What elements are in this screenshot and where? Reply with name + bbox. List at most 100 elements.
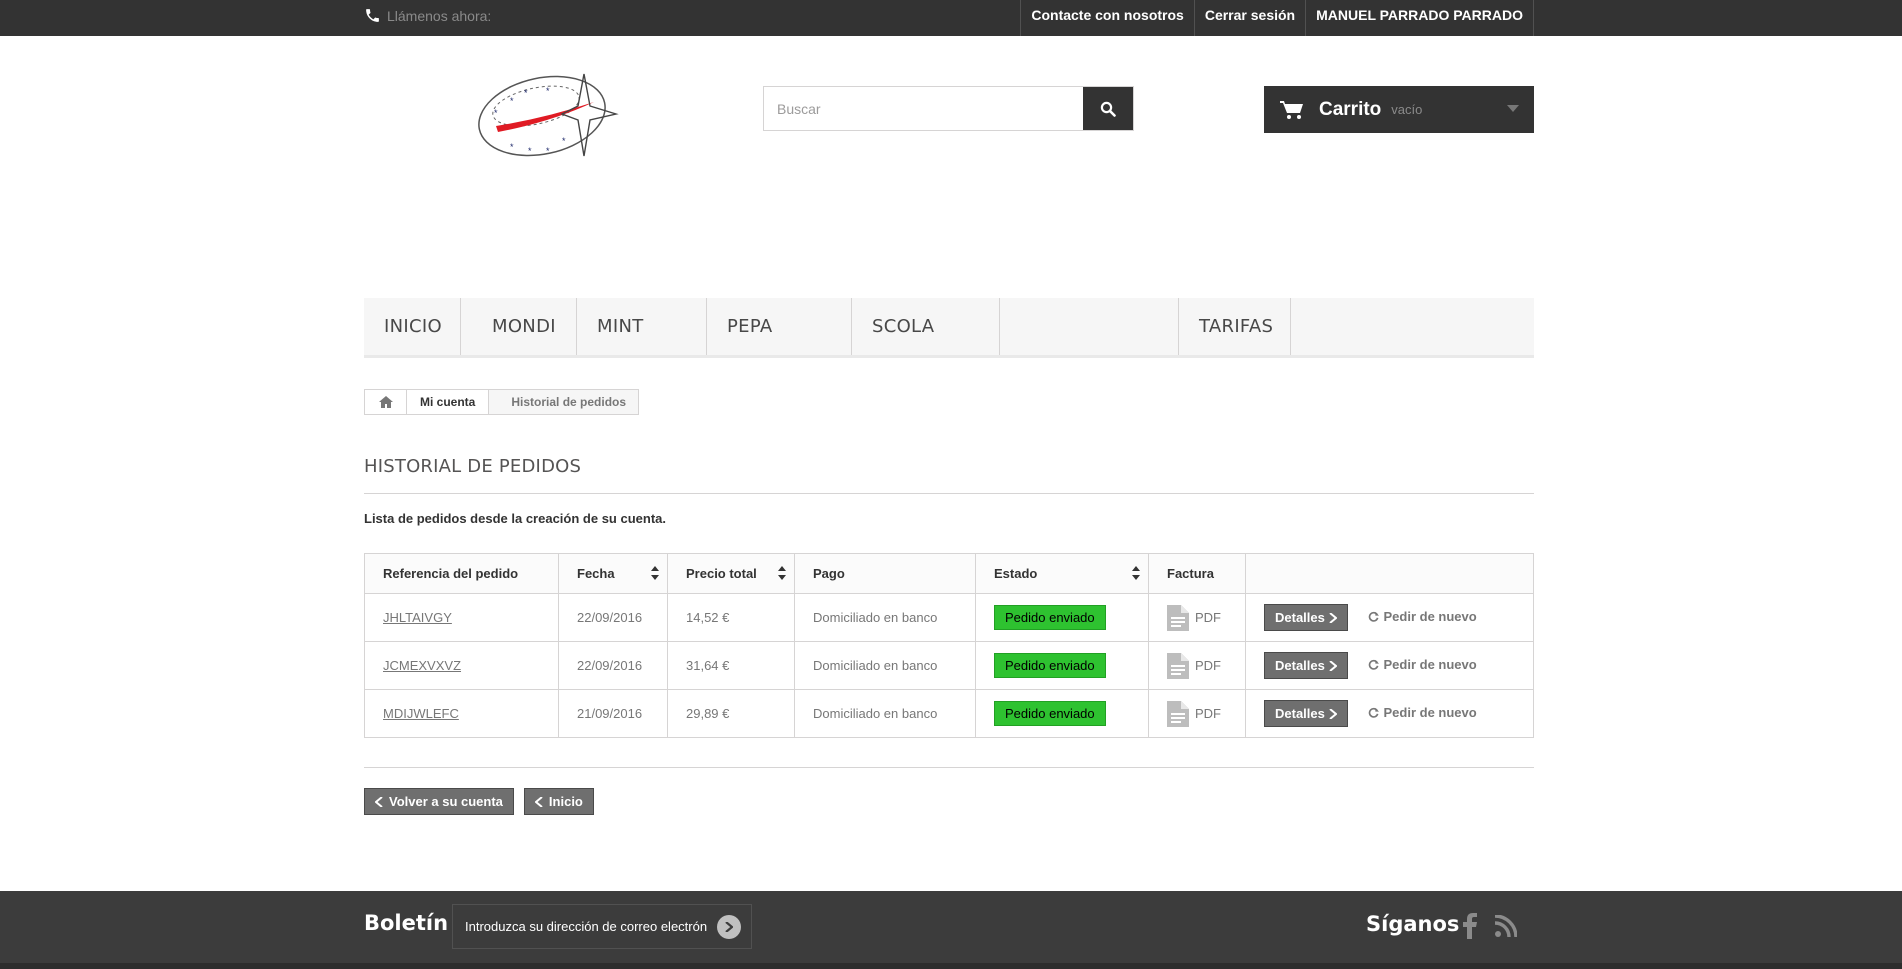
details-label: Detalles: [1275, 658, 1325, 673]
orders-table: Referencia del pedido Fecha Precio total…: [364, 553, 1534, 738]
svg-text:*: *: [510, 142, 514, 152]
refresh-icon: [1368, 659, 1379, 670]
logo-image: * * * * * * * *: [478, 73, 619, 157]
facebook-icon[interactable]: [1463, 913, 1477, 939]
menu-item-mint[interactable]: MINT: [577, 298, 707, 355]
reorder-link[interactable]: Pedir de nuevo: [1368, 609, 1477, 624]
rss-icon[interactable]: [1495, 915, 1517, 937]
menu-item-tarifas[interactable]: TARIFAS: [1179, 298, 1291, 355]
search-button[interactable]: [1083, 87, 1133, 130]
col-status[interactable]: Estado: [975, 553, 1149, 594]
site-logo[interactable]: * * * * * * * *: [466, 70, 626, 175]
follow-us-title: Síganos: [1366, 912, 1460, 936]
order-reference-link[interactable]: MDIJWLEFC: [383, 706, 459, 721]
svg-text:*: *: [528, 146, 532, 156]
divider: [364, 493, 1534, 494]
sort-icon[interactable]: [1132, 566, 1140, 580]
chevron-right-icon: [1329, 708, 1337, 719]
social-links: [1463, 913, 1517, 939]
page-title: HISTORIAL DE PEDIDOS: [364, 456, 582, 477]
chevron-left-icon: [375, 796, 383, 807]
order-payment: Domiciliado en banco: [794, 641, 976, 690]
newsletter-email-input[interactable]: Introduzca su dirección de correo electr…: [452, 904, 752, 949]
table-row: JHLTAIVGY 22/09/2016 14,52 € Domiciliado…: [364, 593, 1534, 642]
details-button[interactable]: Detalles: [1264, 700, 1348, 727]
invoice-label: PDF: [1195, 706, 1221, 721]
back-to-account-button[interactable]: Volver a su cuenta: [364, 788, 514, 815]
newsletter-placeholder: Introduzca su dirección de correo electr…: [465, 919, 708, 934]
search-input[interactable]: [764, 87, 1083, 130]
details-label: Detalles: [1275, 610, 1325, 625]
svg-text:*: *: [546, 86, 550, 96]
invoice-pdf-link[interactable]: PDF: [1167, 700, 1227, 727]
order-reference-link[interactable]: JCMEXVXVZ: [383, 658, 461, 673]
col-total[interactable]: Precio total: [667, 553, 795, 594]
table-row: MDIJWLEFC 21/09/2016 29,89 € Domiciliado…: [364, 689, 1534, 738]
details-button[interactable]: Detalles: [1264, 604, 1348, 631]
breadcrumb-my-account[interactable]: Mi cuenta: [407, 390, 490, 414]
account-name-link[interactable]: MANUEL PARRADO PARRADO: [1305, 0, 1534, 36]
newsletter-submit-button[interactable]: [717, 915, 741, 939]
page-footer-buttons: Volver a su cuenta Inicio: [364, 788, 594, 815]
invoice-label: PDF: [1195, 658, 1221, 673]
refresh-icon: [1368, 707, 1379, 718]
order-date: 22/09/2016: [558, 641, 668, 690]
main-menu: INICIO MONDI MINT PEPA SCOLA TARIFAS: [364, 298, 1534, 358]
menu-item-mondi[interactable]: MONDI: [461, 298, 577, 355]
chevron-right-icon: [1329, 660, 1337, 671]
cart-title: Carrito: [1319, 98, 1382, 120]
svg-text:*: *: [546, 146, 550, 156]
menu-item-hidden[interactable]: [1000, 298, 1179, 355]
col-payment: Pago: [794, 553, 976, 594]
invoice-pdf-link[interactable]: PDF: [1167, 604, 1227, 631]
menu-item-scola[interactable]: SCOLA: [852, 298, 1000, 355]
order-total: 31,64 €: [667, 641, 795, 690]
menu-item-inicio[interactable]: INICIO: [364, 298, 461, 355]
order-payment: Domiciliado en banco: [794, 593, 976, 642]
home-label: Inicio: [548, 794, 583, 809]
cart-status: vacío: [1391, 102, 1423, 117]
svg-text:*: *: [510, 96, 514, 106]
sort-icon[interactable]: [778, 566, 786, 580]
invoice-pdf-link[interactable]: PDF: [1167, 652, 1227, 679]
breadcrumb-home[interactable]: [365, 390, 407, 414]
reorder-label: Pedir de nuevo: [1383, 609, 1477, 624]
svg-text:*: *: [494, 108, 498, 118]
breadcrumb: Mi cuenta Historial de pedidos: [364, 389, 640, 415]
col-invoice: Factura: [1148, 553, 1246, 594]
phone-info: Llámenos ahora:: [364, 7, 491, 24]
sort-icon[interactable]: [651, 566, 659, 580]
status-badge: Pedido enviado: [994, 653, 1106, 678]
menu-item-pepa[interactable]: PEPA: [707, 298, 852, 355]
table-row: JCMEXVXVZ 22/09/2016 31,64 € Domiciliado…: [364, 641, 1534, 690]
intro-text: Lista de pedidos desde la creación de su…: [364, 511, 666, 526]
cart-button[interactable]: Carrito vacío: [1264, 86, 1534, 133]
chevron-right-icon: [1329, 612, 1337, 623]
refresh-icon: [1368, 611, 1379, 622]
top-nav: Contacte con nosotros Cerrar sesión MANU…: [1020, 0, 1534, 36]
col-reference: Referencia del pedido: [364, 553, 559, 594]
contact-link[interactable]: Contacte con nosotros: [1020, 0, 1193, 36]
svg-text:*: *: [524, 88, 528, 98]
svg-text:*: *: [562, 136, 566, 146]
divider: [364, 767, 1534, 768]
chevron-down-icon: [1507, 105, 1519, 112]
col-date[interactable]: Fecha: [558, 553, 668, 594]
document-icon: [1167, 652, 1189, 679]
details-label: Detalles: [1275, 706, 1325, 721]
newsletter-title: Boletín: [364, 911, 449, 935]
home-button[interactable]: Inicio: [523, 788, 594, 815]
search-icon: [1100, 101, 1116, 117]
phone-icon: [366, 9, 379, 22]
status-badge: Pedido enviado: [994, 605, 1106, 630]
chevron-right-icon: [725, 922, 733, 932]
order-reference-link[interactable]: JHLTAIVGY: [383, 610, 452, 625]
table-header-row: Referencia del pedido Fecha Precio total…: [364, 553, 1534, 594]
reorder-link[interactable]: Pedir de nuevo: [1368, 705, 1477, 720]
reorder-link[interactable]: Pedir de nuevo: [1368, 657, 1477, 672]
status-badge: Pedido enviado: [994, 701, 1106, 726]
logout-link[interactable]: Cerrar sesión: [1193, 0, 1305, 36]
details-button[interactable]: Detalles: [1264, 652, 1348, 679]
order-total: 14,52 €: [667, 593, 795, 642]
home-icon: [378, 396, 393, 408]
